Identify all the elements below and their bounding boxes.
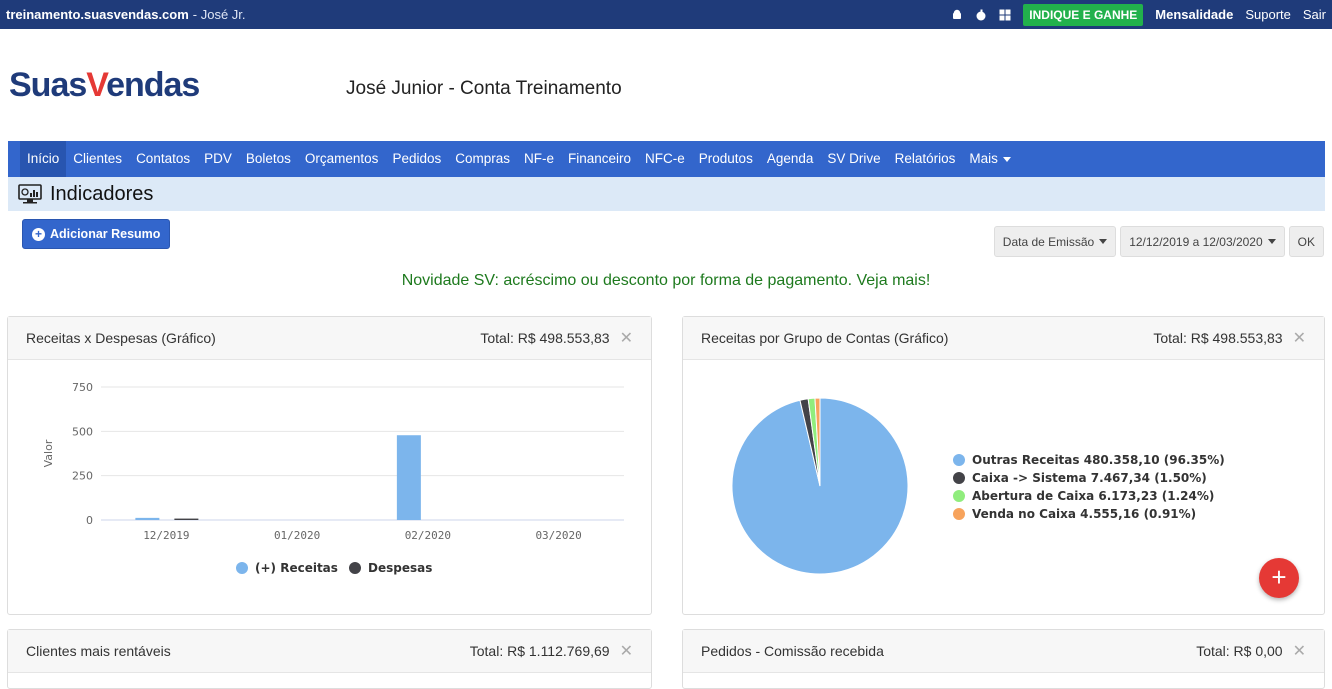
ok-button[interactable]: OK [1288, 226, 1324, 257]
nav-orcamentos[interactable]: Orçamentos [298, 141, 386, 177]
nav-pedidos[interactable]: Pedidos [385, 141, 448, 177]
indique-ganhe-button[interactable]: INDIQUE E GANHE [1023, 3, 1144, 26]
bar [174, 518, 199, 520]
clientes-panel: Clientes mais rentáveis Total: R$ 1.112.… [7, 629, 652, 689]
legend-label: Venda no Caixa 4.555,16 (0.91%) [972, 507, 1196, 521]
panel-total: Total: R$ 498.553,83 [1153, 330, 1283, 346]
nav-mais-label: Mais [969, 151, 998, 166]
nav-produtos[interactable]: Produtos [692, 141, 760, 177]
suporte-link[interactable]: Suporte [1245, 7, 1291, 22]
legend-label: Caixa -> Sistema 7.467,34 (1.50%) [972, 471, 1207, 485]
main-nav: Início Clientes Contatos PDV Boletos Orç… [8, 141, 1325, 177]
legend-marker [953, 472, 965, 484]
logo-part3: endas [106, 66, 200, 104]
panel-header: Clientes mais rentáveis Total: R$ 1.112.… [8, 630, 651, 673]
y-tick-label: 500 [72, 425, 93, 438]
panel-title: Clientes mais rentáveis [26, 643, 171, 659]
nav-clientes[interactable]: Clientes [66, 141, 129, 177]
close-icon[interactable]: ✕ [1293, 328, 1306, 348]
nav-mais[interactable]: Mais [962, 141, 1018, 177]
plus-circle-icon: + [32, 227, 45, 241]
y-axis-label: Valor [42, 439, 55, 467]
bar [396, 435, 421, 520]
apple-icon[interactable] [975, 9, 987, 21]
panel-header: Receitas x Despesas (Gráfico) Total: R$ … [8, 317, 651, 360]
account-title: José Junior - Conta Treinamento [346, 78, 622, 99]
legend-label: Despesas [368, 561, 432, 575]
logo-part2: V [86, 66, 107, 104]
y-tick-label: 250 [72, 470, 93, 483]
chevron-down-icon [1099, 239, 1108, 244]
page-title: Indicadores [50, 182, 154, 205]
pie-chart: Outras Receitas 480.358,10 (96.35%) Caixa… [731, 397, 1225, 575]
panel-title: Pedidos - Comissão recebida [701, 643, 884, 659]
dashboard-monitor-icon [18, 184, 42, 204]
legend-marker [349, 562, 361, 574]
panel-header: Pedidos - Comissão recebida Total: R$ 0,… [683, 630, 1324, 673]
close-icon[interactable]: ✕ [620, 328, 633, 348]
panel-total: Total: R$ 0,00 [1196, 643, 1283, 659]
logo-part1: Suas [9, 66, 87, 104]
nav-sv-drive[interactable]: SV Drive [820, 141, 887, 177]
add-summary-label: Adicionar Resumo [50, 227, 161, 241]
date-filters: Data de Emissão 12/12/2019 a 12/03/2020 … [993, 226, 1324, 257]
add-floating-button[interactable]: + [1259, 558, 1299, 598]
nav-compras[interactable]: Compras [448, 141, 517, 177]
date-type-label: Data de Emissão [1002, 234, 1095, 249]
chevron-down-icon [1267, 239, 1276, 244]
date-range-dropdown[interactable]: 12/12/2019 a 12/03/2020 [1120, 226, 1285, 257]
site-domain: treinamento.suasvendas.com [6, 7, 189, 22]
top-bar: treinamento.suasvendas.com - José Jr. IN… [0, 0, 1332, 29]
legend-marker [953, 508, 965, 520]
x-tick-label: 12/2019 [143, 529, 189, 542]
current-user: - José Jr. [192, 7, 246, 22]
y-tick-label: 0 [86, 514, 93, 527]
panel-title: Receitas por Grupo de Contas (Gráfico) [701, 330, 949, 346]
legend-marker [953, 454, 965, 466]
nav-relatorios[interactable]: Relatórios [888, 141, 963, 177]
panel-title: Receitas x Despesas (Gráfico) [26, 330, 216, 346]
top-bar-actions: INDIQUE E GANHE Mensalidade Suporte Sair [951, 3, 1326, 26]
date-range-label: 12/12/2019 a 12/03/2020 [1129, 234, 1263, 249]
legend-label: (+) Receitas [255, 561, 338, 575]
date-type-dropdown[interactable]: Data de Emissão [993, 226, 1117, 257]
chevron-down-icon [1002, 156, 1011, 162]
nav-boletos[interactable]: Boletos [239, 141, 298, 177]
panel-total: Total: R$ 498.553,83 [480, 330, 610, 346]
receitas-despesas-panel: Receitas x Despesas (Gráfico) Total: R$ … [7, 316, 652, 615]
bar-chart: 0 250 500 750 Valor 12/2019 01/2020 02/2020 03/2… [42, 381, 624, 575]
legend-label: Abertura de Caixa 6.173,23 (1.24%) [972, 489, 1214, 503]
y-tick-label: 750 [72, 381, 93, 394]
nav-nfce[interactable]: NFC-e [638, 141, 692, 177]
x-tick-label: 03/2020 [535, 529, 581, 542]
grupo-contas-panel: Receitas por Grupo de Contas (Gráfico) T… [682, 316, 1325, 615]
suasvendas-logo[interactable]: SuasVendas [9, 66, 200, 105]
nav-pdv[interactable]: PDV [197, 141, 239, 177]
x-tick-label: 01/2020 [274, 529, 320, 542]
close-icon[interactable]: ✕ [620, 641, 633, 661]
close-icon[interactable]: ✕ [1293, 641, 1306, 661]
panel-total: Total: R$ 1.112.769,69 [469, 643, 610, 659]
page-header: Indicadores [8, 177, 1325, 211]
nav-contatos[interactable]: Contatos [129, 141, 197, 177]
panel-header: Receitas por Grupo de Contas (Gráfico) T… [683, 317, 1324, 360]
sair-link[interactable]: Sair [1303, 7, 1326, 22]
add-summary-button[interactable]: + Adicionar Resumo [22, 219, 171, 249]
legend-label: Outras Receitas 480.358,10 (96.35%) [972, 453, 1225, 467]
nav-nfe[interactable]: NF-e [517, 141, 561, 177]
legend-marker [236, 562, 248, 574]
mensalidade-link[interactable]: Mensalidade [1155, 7, 1233, 22]
nav-financeiro[interactable]: Financeiro [561, 141, 638, 177]
pedidos-panel: Pedidos - Comissão recebida Total: R$ 0,… [682, 629, 1325, 689]
news-banner[interactable]: Novidade SV: acréscimo ou desconto por f… [0, 272, 1332, 290]
nav-inicio[interactable]: Início [20, 141, 67, 177]
legend-marker [953, 490, 965, 502]
bar [135, 517, 160, 520]
windows-icon[interactable] [999, 9, 1011, 21]
nav-agenda[interactable]: Agenda [760, 141, 821, 177]
x-tick-label: 02/2020 [405, 529, 451, 542]
android-icon[interactable] [951, 9, 963, 21]
